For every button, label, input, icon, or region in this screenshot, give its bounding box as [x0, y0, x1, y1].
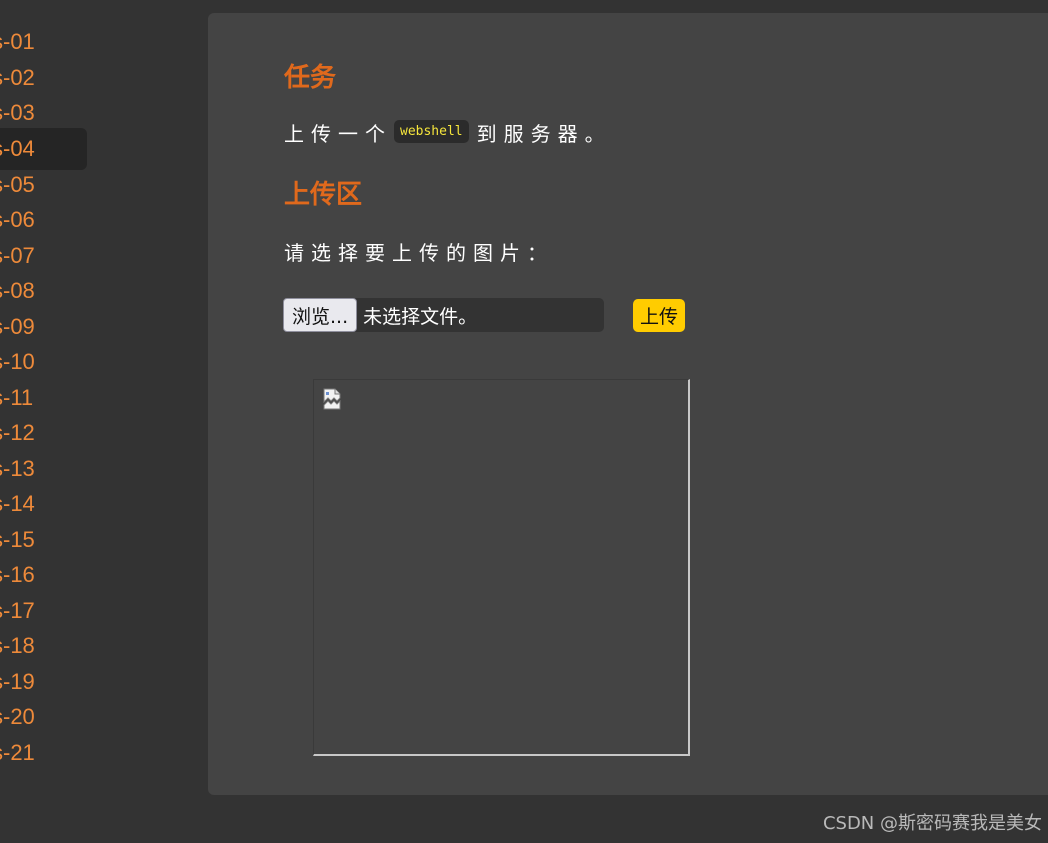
sidebar-item-s-11[interactable]: s-11: [0, 380, 87, 416]
sidebar-item-s-14[interactable]: s-14: [0, 486, 87, 522]
sidebar-item-s-07[interactable]: s-07: [0, 238, 87, 274]
choose-prompt: 请选择要上传的图片：: [284, 241, 554, 265]
sidebar-item-s-12[interactable]: s-12: [0, 415, 87, 451]
sidebar-item-s-04[interactable]: s-04: [0, 127, 87, 170]
sidebar-item-s-21[interactable]: s-21: [0, 735, 87, 771]
sidebar-item-s-05[interactable]: s-05: [0, 167, 87, 203]
sidebar-item-s-08[interactable]: s-08: [0, 273, 87, 309]
sidebar-item-s-01[interactable]: s-01: [0, 24, 87, 60]
image-preview: [313, 379, 690, 756]
file-input[interactable]: 浏览... 未选择文件。: [283, 298, 604, 332]
sidebar-item-s-19[interactable]: s-19: [0, 664, 87, 700]
browse-button[interactable]: 浏览...: [283, 298, 358, 332]
upload-form: 浏览... 未选择文件。 上传: [283, 298, 686, 332]
main-panel: 任务 上传一个 webshell 到服务器。 上传区 请选择要上传的图片： 浏览…: [208, 13, 1048, 795]
sidebar-item-s-18[interactable]: s-18: [0, 628, 87, 664]
sidebar-item-s-17[interactable]: s-17: [0, 593, 87, 629]
task-description: 上传一个 webshell 到服务器。: [284, 118, 612, 147]
task-code: webshell: [394, 120, 469, 143]
file-status: 未选择文件。: [363, 305, 478, 328]
sidebar: s-01 s-02 s-03 s-04 s-05 s-06 s-07 s-08 …: [0, 24, 100, 770]
sidebar-item-s-09[interactable]: s-09: [0, 309, 87, 345]
sidebar-item-s-06[interactable]: s-06: [0, 202, 87, 238]
sidebar-item-s-16[interactable]: s-16: [0, 557, 87, 593]
sidebar-item-s-02[interactable]: s-02: [0, 60, 87, 96]
upload-heading: 上传区: [284, 180, 363, 210]
task-heading: 任务: [284, 63, 337, 93]
task-prefix: 上传一个: [284, 122, 392, 146]
broken-image-icon: [322, 388, 342, 410]
sidebar-item-s-13[interactable]: s-13: [0, 451, 87, 487]
sidebar-item-s-20[interactable]: s-20: [0, 699, 87, 735]
sidebar-item-s-15[interactable]: s-15: [0, 522, 87, 558]
task-suffix: 到服务器。: [476, 122, 612, 146]
sidebar-item-s-03[interactable]: s-03: [0, 95, 87, 131]
sidebar-item-s-10[interactable]: s-10: [0, 344, 87, 380]
csdn-watermark: CSDN @斯密码赛我是美女: [822, 813, 1042, 834]
upload-button[interactable]: 上传: [633, 298, 686, 332]
